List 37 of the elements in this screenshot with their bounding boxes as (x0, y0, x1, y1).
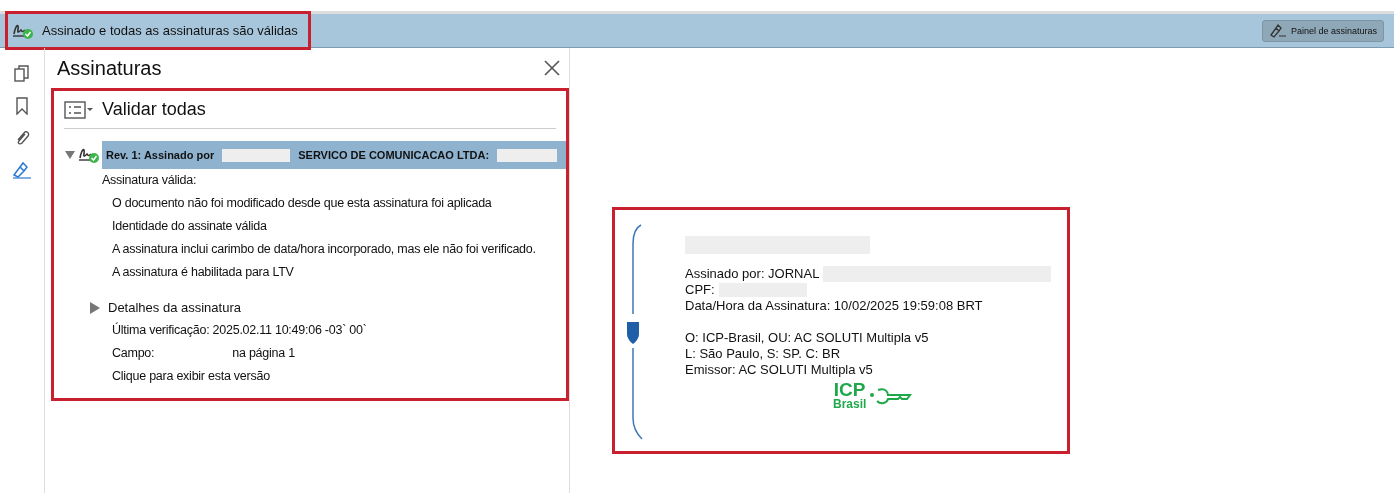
pages-icon (14, 65, 30, 83)
signed-by: Assinado por: JORNAL (685, 266, 820, 282)
status-text: Assinado e todas as assinaturas são válidas (42, 23, 298, 38)
details-toggle[interactable]: Detalhes da assinatura (90, 296, 241, 319)
paperclip-icon (14, 129, 30, 147)
panel-title: Assinaturas (57, 56, 162, 80)
options-menu-button[interactable] (64, 100, 94, 119)
last-verification: Última verificação: 2025.02.11 10:49:06 -03` 00` (111, 321, 368, 339)
expand-toggle-icon[interactable] (64, 150, 76, 160)
validate-all-label[interactable]: Validar todas (102, 99, 206, 120)
signature-panel-button[interactable]: Painel de assinaturas (1261, 19, 1384, 42)
certificate-info: O: ICP-Brasil, OU: AC SOLUTI Multipla v5 (685, 330, 930, 346)
close-button[interactable] (543, 59, 561, 77)
key-icon (868, 387, 913, 407)
field-page: na página 1 (232, 345, 295, 362)
pen-signature-icon (12, 161, 32, 179)
signature-date: Data/Hora da Assinatura: 10/02/2025 19:59:08 BRT (685, 298, 984, 314)
signature-status: Assinatura válida: (102, 172, 198, 189)
validation-detail: A assinatura é habilitada para LTV (111, 264, 295, 281)
redaction-bar (222, 148, 291, 162)
pen-signature-icon (1268, 23, 1287, 38)
validation-detail: Identidade do assinate válida (111, 218, 268, 235)
field-label: Campo: (112, 345, 155, 362)
validation-detail: A assinatura inclui carimbo de data/hora incorporado, mas ele não foi verificado. (111, 241, 537, 258)
validation-detail: O documento não foi modificado desde que esta assinatura foi aplicada (111, 195, 493, 212)
signer-name: SERVICO DE COMUNICACAO LTDA: (298, 149, 490, 161)
logo-text: ICP (833, 382, 866, 397)
bookmark-icon (16, 97, 28, 115)
cpf-label: CPF: (685, 282, 715, 298)
signature-title: Rev. 1: Assinado por (106, 149, 215, 161)
view-version-link[interactable]: Clique para exibir esta versão (112, 369, 270, 383)
redaction-bar (497, 148, 558, 162)
logo-text: Brasil (833, 397, 867, 412)
certificate-info: L: São Paulo, S: SP. C: BR (685, 346, 842, 362)
signature-entry[interactable]: Rev. 1: Assinado por SERVICO DE COMUNICACAO LTDA: (102, 141, 566, 169)
certificate-info: Emissor: AC SOLUTI Multipla v5 (685, 362, 874, 378)
signature-valid-icon (78, 146, 100, 164)
